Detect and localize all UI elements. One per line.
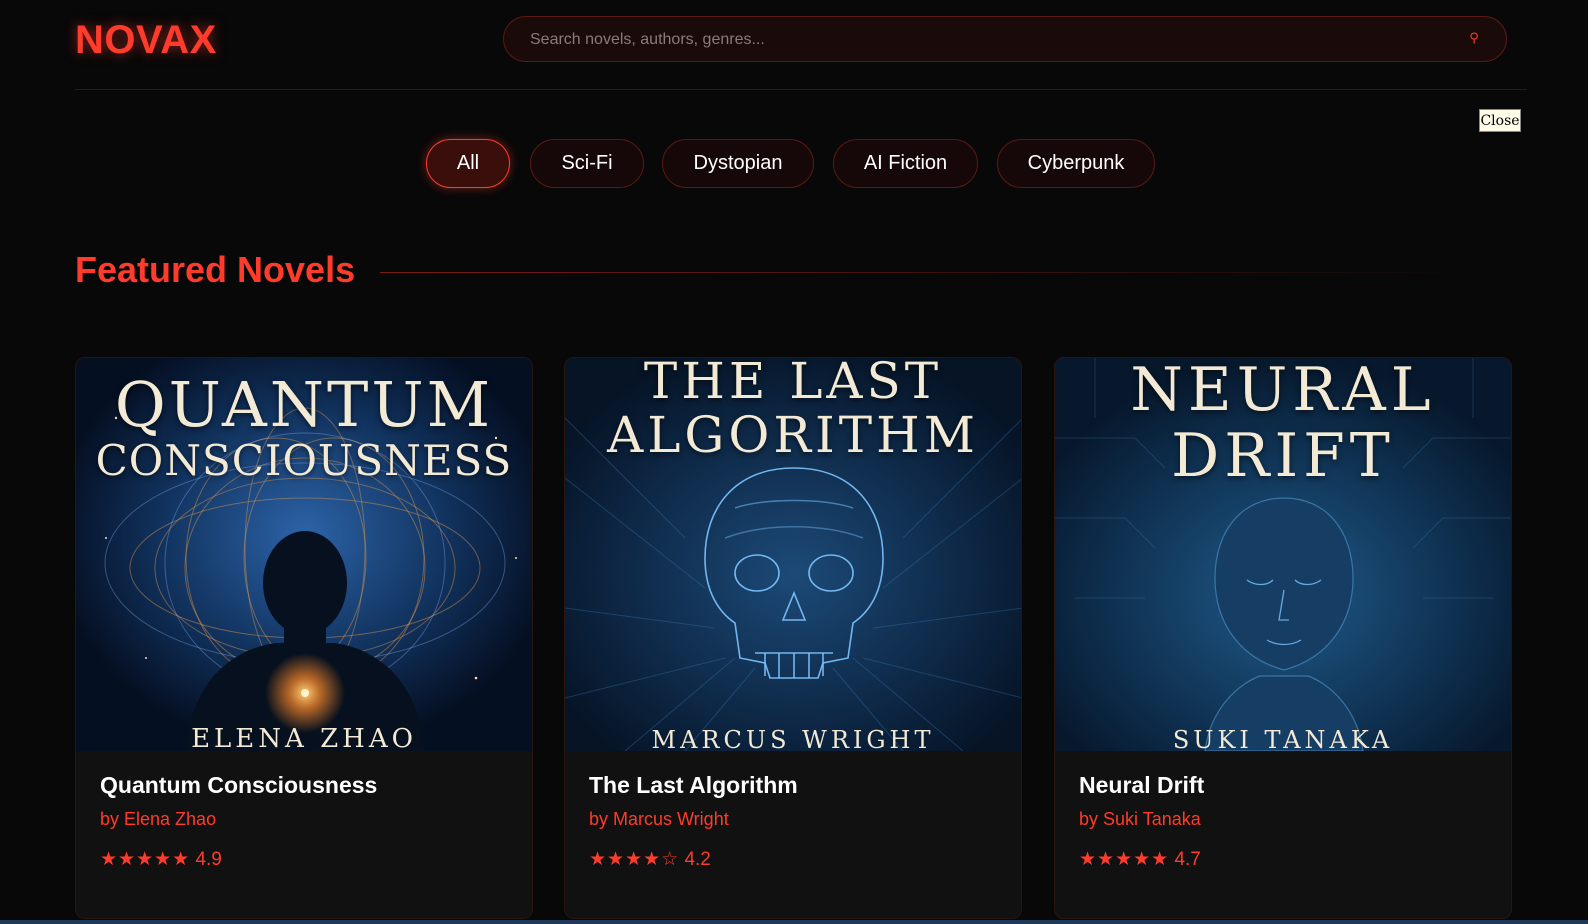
rating-value: 4.9 <box>195 849 222 870</box>
book-info: Neural Drift by Suki Tanaka ★★★★★ 4.7 <box>1079 772 1491 871</box>
cover-title-line1: THE LAST <box>643 358 943 410</box>
book-rating: ★★★★★ 4.9 <box>100 848 512 871</box>
filter-chip-all[interactable]: All <box>426 139 510 188</box>
book-cover[interactable]: QUANTUM CONSCIOUSNESS ELENA ZHAO <box>76 358 532 751</box>
book-card[interactable]: THE LAST ALGORITHM MARCUS WRIGHT The Las… <box>564 357 1022 919</box>
book-rating: ★★★★★ 4.7 <box>1079 848 1491 871</box>
logo[interactable]: NOVAX <box>75 18 217 63</box>
section-title: Featured Novels <box>75 249 356 290</box>
cover-title-line1: QUANTUM <box>114 368 494 441</box>
filter-chip-ai-fiction[interactable]: AI Fiction <box>833 139 978 188</box>
section-divider <box>380 272 1480 273</box>
book-author[interactable]: by Marcus Wright <box>589 809 1001 830</box>
book-card[interactable]: NEURAL DRIFT SUKI TANAKA Neural Drift by… <box>1054 357 1512 919</box>
genre-filter-bar: All Sci-Fi Dystopian AI Fiction Cyberpun… <box>0 139 1588 189</box>
cover-author: ELENA ZHAO <box>191 724 417 751</box>
header: NOVAX ⚲ <box>75 0 1527 90</box>
book-rating: ★★★★☆ 4.2 <box>589 848 1001 871</box>
book-author[interactable]: by Suki Tanaka <box>1079 809 1491 830</box>
bottom-scroll-edge <box>0 920 1588 924</box>
book-cover[interactable]: THE LAST ALGORITHM MARCUS WRIGHT <box>565 358 1021 751</box>
cover-title-line2: CONSCIOUSNESS <box>95 436 513 485</box>
close-button[interactable]: Close <box>1479 109 1521 132</box>
filter-chip-cyberpunk[interactable]: Cyberpunk <box>997 139 1155 188</box>
filter-chip-dystopian[interactable]: Dystopian <box>662 139 814 188</box>
page: NOVAX ⚲ Close All Sci-Fi Dystopian AI Fi… <box>0 0 1588 924</box>
cover-author: SUKI TANAKA <box>1172 726 1394 751</box>
star-rating-icons: ★★★★★ <box>1079 849 1170 870</box>
book-info: The Last Algorithm by Marcus Wright ★★★★… <box>589 772 1001 871</box>
book-cover[interactable]: NEURAL DRIFT SUKI TANAKA <box>1055 358 1511 751</box>
cover-title-line2: DRIFT <box>1171 421 1395 491</box>
search-input[interactable] <box>528 17 1452 63</box>
star-rating-icons: ★★★★★ <box>100 849 191 870</box>
cover-title-line2: ALGORITHM <box>607 406 979 464</box>
book-title[interactable]: Neural Drift <box>1079 772 1491 799</box>
book-title[interactable]: Quantum Consciousness <box>100 772 512 799</box>
rating-value: 4.7 <box>1174 849 1201 870</box>
star-rating-icons: ★★★★☆ <box>589 849 680 870</box>
book-card[interactable]: QUANTUM CONSCIOUSNESS ELENA ZHAO Quantum… <box>75 357 533 919</box>
cover-author: MARCUS WRIGHT <box>651 726 935 751</box>
book-author[interactable]: by Elena Zhao <box>100 809 512 830</box>
book-title[interactable]: The Last Algorithm <box>589 772 1001 799</box>
cover-title-line1: NEURAL <box>1130 358 1436 425</box>
rating-value: 4.2 <box>684 849 711 870</box>
search-bar[interactable]: ⚲ <box>503 16 1507 63</box>
search-icon[interactable]: ⚲ <box>1466 30 1482 46</box>
filter-chip-sci-fi[interactable]: Sci-Fi <box>530 139 644 188</box>
book-info: Quantum Consciousness by Elena Zhao ★★★★… <box>100 772 512 871</box>
